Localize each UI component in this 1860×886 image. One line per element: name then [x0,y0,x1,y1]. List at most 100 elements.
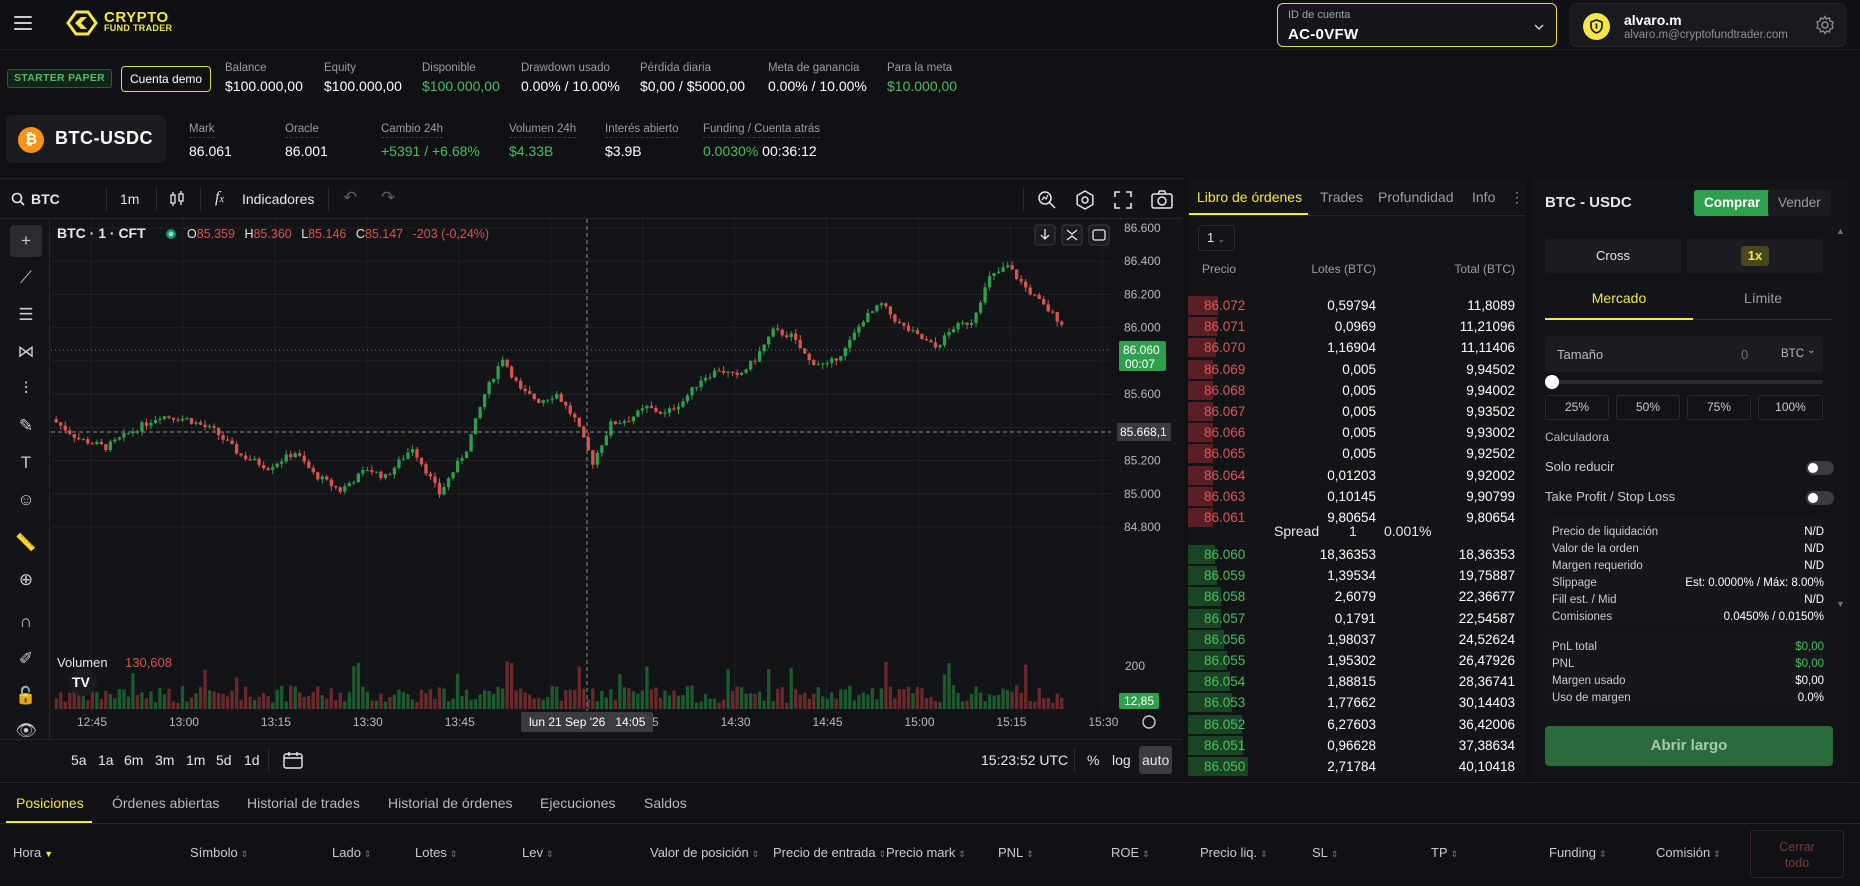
projection-icon[interactable]: ⫶ [10,373,42,405]
col-header[interactable]: Lev ⇕ [522,845,554,860]
trendline-icon[interactable]: ⟋ [10,262,42,294]
ruler-icon[interactable]: 📏 [10,527,42,559]
size-slider[interactable] [1545,380,1823,384]
calculator-link[interactable]: Calculadora [1545,430,1609,444]
bid-row[interactable]: 86.054 1,88815 28,36741 [1188,671,1526,692]
tf-5y[interactable]: 5a [71,752,87,768]
tab-market[interactable]: Mercado [1545,290,1693,306]
ask-row[interactable]: 86.070 1,16904 11,11406 [1188,337,1526,358]
log-toggle[interactable]: log [1112,752,1131,768]
tab-positions[interactable]: Posiciones [16,795,84,811]
lock-drawing-icon[interactable]: ✐ [10,643,42,675]
tab-info[interactable]: Info [1472,189,1495,205]
ask-row[interactable]: 86.069 0,005 9,94502 [1188,359,1526,380]
tab-order-history[interactable]: Historial de órdenes [388,795,513,811]
col-header[interactable]: Precio mark ⇕ [886,845,966,860]
col-header[interactable]: ROE ⇕ [1111,845,1150,860]
text-icon[interactable]: T [10,447,42,479]
ask-row[interactable]: 86.072 0,59794 11,8089 [1188,295,1526,316]
fullscreen-icon[interactable] [1114,191,1132,209]
col-header[interactable]: Precio liq. ⇕ [1200,845,1268,860]
depth-selector[interactable]: 1 ⌄ [1198,225,1235,251]
pct-50-button[interactable]: 50% [1616,395,1680,420]
tf-1d[interactable]: 1d [244,752,260,768]
redo-icon[interactable]: ↷ [381,188,395,208]
brush-icon[interactable]: ✎ [10,410,42,442]
ask-row[interactable]: 86.063 0,10145 9,90799 [1188,486,1526,507]
pct-100-button[interactable]: 100% [1758,395,1823,420]
user-card[interactable]: alvaro.m alvaro.m@cryptofundtrader.com [1570,3,1846,47]
ask-row[interactable]: 86.064 0,01203 9,92002 [1188,465,1526,486]
leverage-button[interactable]: 1x [1687,239,1823,273]
zoom-chart-icon[interactable] [1037,190,1057,210]
calendar-icon[interactable] [283,751,303,769]
tf-3m[interactable]: 3m [155,752,174,768]
size-field[interactable]: Tamaño 0 BTC ⌄ [1545,336,1823,372]
bid-row[interactable]: 86.051 0,96628 37,38634 [1188,735,1526,756]
chart-symbol-search[interactable]: BTC [31,191,60,207]
sell-button[interactable]: Vender [1768,190,1831,216]
logo[interactable]: CRYPTO FUND TRADER [66,10,172,36]
price-chart[interactable]: 86.60086.40086.20086.00085.80085.60085.4… [51,219,1171,739]
col-header[interactable]: TP ⇕ [1431,845,1458,860]
zoom-in-icon[interactable]: ⊕ [10,564,42,596]
ask-row[interactable]: 86.068 0,005 9,94002 [1188,380,1526,401]
bid-row[interactable]: 86.059 1,39534 19,75887 [1188,565,1526,586]
pct-25-button[interactable]: 25% [1545,395,1609,420]
ask-row[interactable]: 86.065 0,005 9,92502 [1188,443,1526,464]
bid-row[interactable]: 86.053 1,77662 30,14403 [1188,692,1526,713]
col-header[interactable]: SL ⇕ [1312,845,1338,860]
lock-icon[interactable]: 🔓 [10,680,42,712]
interval-button[interactable]: 1m [120,191,139,207]
auto-toggle[interactable]: auto [1139,746,1173,774]
tab-balances[interactable]: Saldos [644,795,687,811]
open-long-button[interactable]: Abrir largo [1545,726,1833,766]
tf-1m[interactable]: 1m [186,752,205,768]
size-slider-handle[interactable] [1545,375,1559,389]
pct-75-button[interactable]: 75% [1687,395,1751,420]
col-header[interactable]: PNL ⇕ [998,845,1034,860]
bid-row[interactable]: 86.057 0,1791 22,54587 [1188,608,1526,629]
menu-icon[interactable] [14,16,32,30]
col-header[interactable]: Funding ⇕ [1549,845,1607,860]
emoji-icon[interactable]: ☺ [10,484,42,516]
more-icon[interactable]: ⋮ [1510,189,1524,206]
percent-toggle[interactable]: % [1087,752,1099,768]
col-header[interactable]: Lado ⇕ [332,845,371,860]
col-header[interactable]: Símbolo ⇕ [190,845,248,860]
symbol-selector[interactable]: ₿ BTC-USDC [6,115,166,163]
ask-row[interactable]: 86.066 0,005 9,93002 [1188,422,1526,443]
tab-executions[interactable]: Ejecuciones [540,795,616,811]
close-all-button[interactable]: Cerrar todo [1750,830,1844,878]
camera-icon[interactable] [1151,190,1173,209]
bid-row[interactable]: 86.050 2,71784 40,10418 [1188,756,1526,777]
col-header[interactable]: Comisión ⇕ [1656,845,1721,860]
col-header[interactable]: Valor de posición ⇕ [650,845,759,860]
indicators-button[interactable]: Indicadores [242,191,314,207]
bid-row[interactable]: 86.052 6,27603 36,42006 [1188,714,1526,735]
tf-5d[interactable]: 5d [216,752,232,768]
tab-trade-history[interactable]: Historial de trades [247,795,360,811]
magnet-icon[interactable]: ∩ [10,606,42,638]
bid-row[interactable]: 86.055 1,95302 26,47926 [1188,650,1526,671]
tab-depth[interactable]: Profundidad [1378,189,1454,205]
scrollbar[interactable]: ▲ ▼ [1836,226,1846,616]
tpsl-toggle[interactable] [1806,491,1834,505]
margin-mode-button[interactable]: Cross [1545,239,1681,273]
bid-row[interactable]: 86.056 1,98037 24,52624 [1188,629,1526,650]
tf-1y[interactable]: 1a [98,752,114,768]
col-header[interactable]: Lotes ⇕ [415,845,457,860]
tf-6m[interactable]: 6m [124,752,143,768]
buy-button[interactable]: Comprar [1694,190,1771,216]
tab-limit[interactable]: Límite [1693,290,1833,306]
pattern-icon[interactable]: ⋈ [10,336,42,368]
settings-icon[interactable] [1075,190,1095,210]
col-header[interactable]: Precio de entrada ⇕ [773,845,886,860]
legend-controls[interactable] [1034,224,1110,246]
gear-icon[interactable] [1815,15,1835,35]
tab-trades[interactable]: Trades [1320,189,1363,205]
account-selector[interactable]: ID de cuenta AC-0VFW [1277,3,1557,47]
fib-lines-icon[interactable]: ☰ [10,299,42,331]
col-header[interactable]: Hora ▼ [13,845,53,860]
reduce-only-toggle[interactable] [1806,461,1834,475]
